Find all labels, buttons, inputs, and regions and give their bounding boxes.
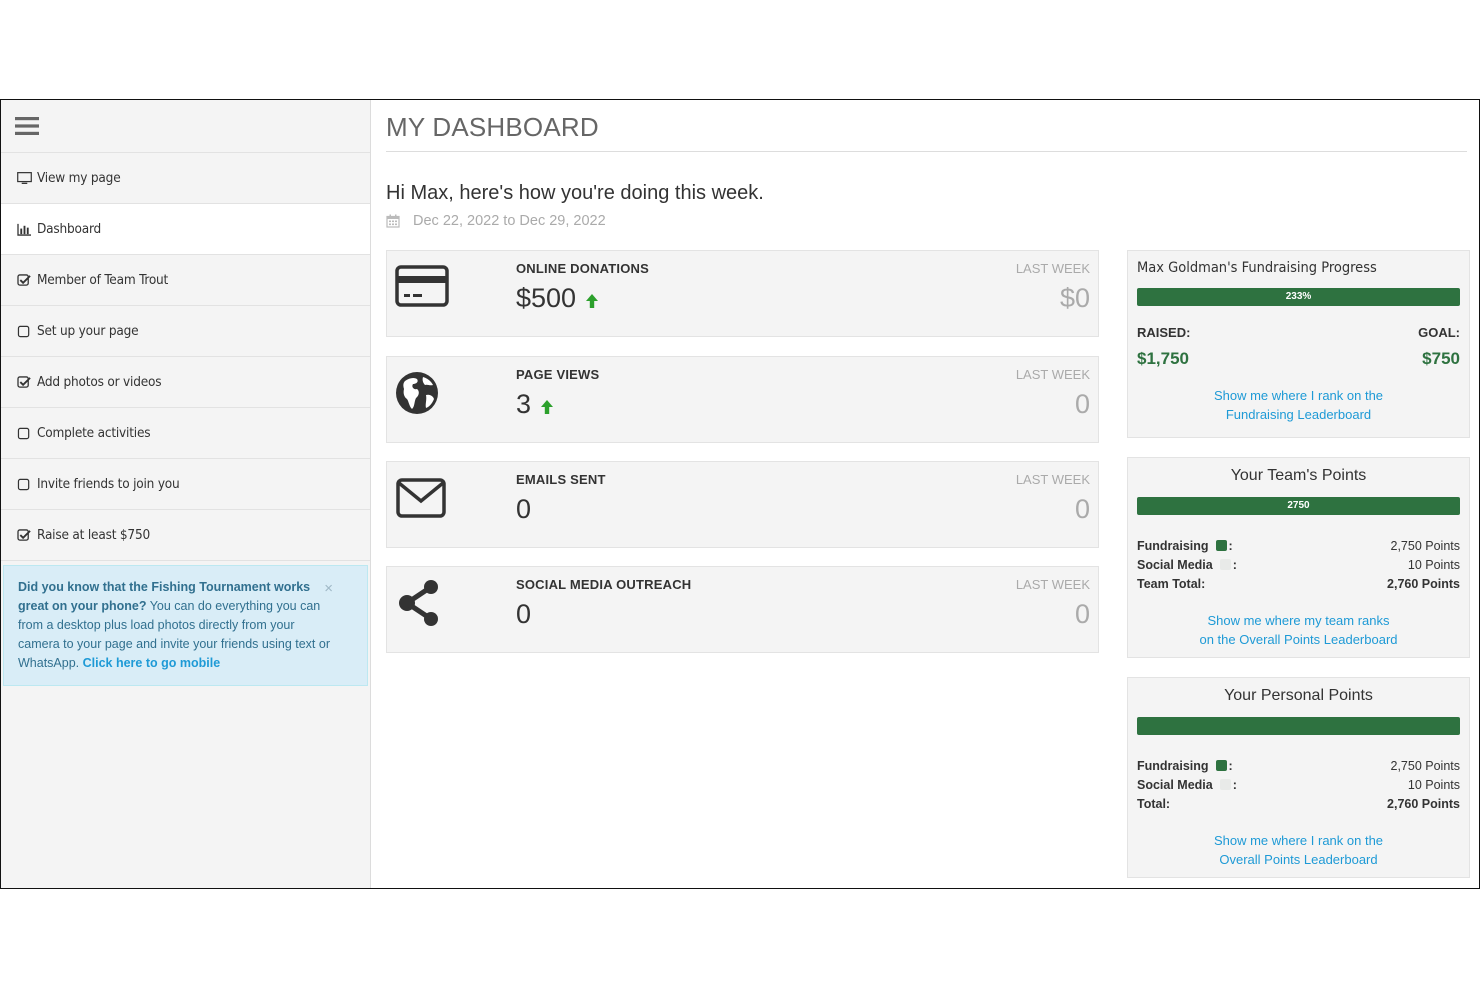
last-week-label: LAST WEEK	[1015, 472, 1090, 487]
sidebar: View my page Dashboard Member of Team Tr…	[1, 100, 371, 888]
personal-points-panel: Your Personal Points Fundraising:2,750 P…	[1127, 677, 1470, 878]
last-week-value: 0	[1074, 389, 1090, 419]
sidebar-item-label: Add photos or videos	[37, 374, 162, 390]
arrow-up-icon	[541, 399, 554, 414]
social-media-swatch	[1219, 779, 1231, 790]
envelope-icon	[396, 478, 446, 518]
stat-card-page-views: PAGE VIEWS 3 LAST WEEK 0	[386, 356, 1099, 443]
stat-card-emails-sent: EMAILS SENT 0 LAST WEEK 0	[386, 461, 1099, 548]
personal-points-bar	[1137, 717, 1460, 735]
greeting-text: Hi Max, here's how you're doing this wee…	[386, 182, 764, 204]
team-points-bar: 2750	[1137, 497, 1460, 515]
team-leaderboard-link[interactable]: Show me where my team ranks on the Overa…	[1128, 611, 1469, 649]
points-total-row: Team Total: 2,760 Points	[1137, 576, 1460, 591]
hamburger-icon	[15, 117, 39, 135]
date-range-text: Dec 22, 2022 to Dec 29, 2022	[413, 213, 606, 229]
points-row: Fundraising:2,750 Points	[1137, 538, 1460, 553]
points-total-row: Total: 2,760 Points	[1137, 796, 1460, 811]
link-line: Show me where I rank on the	[1213, 388, 1384, 403]
share-icon	[399, 580, 438, 626]
personal-leaderboard-link[interactable]: Show me where I rank on the Overall Poin…	[1128, 831, 1469, 869]
last-week-label: LAST WEEK	[1015, 577, 1090, 592]
link-line: Fundraising Leaderboard	[1225, 407, 1372, 422]
last-week-value: $0	[1059, 283, 1090, 313]
stat-card-online-donations: ONLINE DONATIONS $500 LAST WEEK $0	[386, 250, 1099, 337]
sidebar-item-label: View my page	[37, 170, 121, 186]
stat-label: EMAILS SENT	[516, 472, 606, 487]
goal-value: $750	[1422, 349, 1460, 368]
monitor-icon	[16, 171, 32, 185]
goal-label: GOAL:	[1418, 325, 1460, 340]
mobile-info-alert: × Did you know that the Fishing Tourname…	[3, 565, 368, 686]
main-content: MY DASHBOARD Hi Max, here's how you're d…	[386, 100, 1470, 888]
sidebar-item-label: Invite friends to join you	[37, 476, 180, 492]
sidebar-item-dashboard[interactable]: Dashboard	[1, 204, 370, 255]
panel-title: Max Goldman's Fundraising Progress	[1137, 260, 1377, 276]
fundraising-progress-bar: 233%	[1137, 288, 1460, 306]
sidebar-item-label: Complete activities	[37, 425, 151, 441]
checked-box-icon	[16, 528, 32, 542]
checked-box-icon	[16, 273, 32, 287]
stat-value: 0	[516, 599, 532, 629]
credit-card-icon	[395, 265, 449, 307]
team-points-table: Fundraising:2,750 Points Social Media:10…	[1128, 536, 1469, 593]
sidebar-item-setup-page[interactable]: Set up your page	[1, 306, 370, 357]
raised-goal-labels: RAISED: GOAL:	[1128, 306, 1469, 340]
fundraising-progress-panel: Max Goldman's Fundraising Progress 233% …	[1127, 250, 1470, 438]
stat-label: PAGE VIEWS	[516, 367, 600, 382]
empty-checkbox-icon	[16, 477, 32, 491]
sidebar-item-raise-goal[interactable]: Raise at least $750	[1, 510, 370, 561]
last-week-label: LAST WEEK	[1015, 367, 1090, 382]
link-line: on the Overall Points Leaderboard	[1199, 632, 1398, 647]
calendar-icon	[386, 214, 400, 228]
sidebar-item-complete-activities[interactable]: Complete activities	[1, 408, 370, 459]
sidebar-item-invite-friends[interactable]: Invite friends to join you	[1, 459, 370, 510]
points-row: Social Media:10 Points	[1137, 557, 1460, 572]
checked-box-icon	[16, 375, 32, 389]
stat-card-social-media: SOCIAL MEDIA OUTREACH 0 LAST WEEK 0	[386, 566, 1099, 653]
fundraising-swatch	[1215, 540, 1227, 551]
stat-value: 0	[516, 494, 532, 524]
stat-value: $500	[516, 283, 599, 314]
stat-label: ONLINE DONATIONS	[516, 261, 649, 276]
link-line: Show me where my team ranks	[1207, 613, 1390, 628]
globe-icon	[396, 372, 438, 414]
raised-value: $1,750	[1137, 349, 1189, 368]
panel-title: Your Personal Points	[1224, 687, 1373, 704]
last-week-value: 0	[1074, 599, 1090, 629]
app-frame: View my page Dashboard Member of Team Tr…	[0, 99, 1480, 889]
menu-toggle-button[interactable]	[1, 100, 370, 153]
social-media-swatch	[1219, 559, 1231, 570]
sidebar-item-team[interactable]: Member of Team Trout	[1, 255, 370, 306]
raised-label: RAISED:	[1137, 325, 1191, 340]
empty-checkbox-icon	[16, 324, 32, 338]
stat-value: 3	[516, 389, 554, 420]
go-mobile-link[interactable]: Click here to go mobile	[83, 656, 221, 670]
sidebar-item-view-my-page[interactable]: View my page	[1, 153, 370, 204]
personal-points-table: Fundraising:2,750 Points Social Media:10…	[1128, 756, 1469, 813]
page-title: MY DASHBOARD	[386, 100, 1467, 152]
raised-goal-values: $1,750 $750	[1128, 340, 1469, 369]
points-row: Social Media:10 Points	[1137, 777, 1460, 792]
arrow-up-icon	[586, 293, 599, 308]
link-line: Show me where I rank on the	[1213, 833, 1384, 848]
empty-checkbox-icon	[16, 426, 32, 440]
sidebar-item-label: Set up your page	[37, 323, 139, 339]
fundraising-leaderboard-link[interactable]: Show me where I rank on the Fundraising …	[1128, 386, 1469, 424]
panel-title: Your Team's Points	[1230, 467, 1367, 484]
sidebar-item-label: Dashboard	[37, 221, 102, 237]
close-icon[interactable]: ×	[324, 579, 333, 598]
points-row: Fundraising:2,750 Points	[1137, 758, 1460, 773]
date-range: Dec 22, 2022 to Dec 29, 2022	[386, 213, 1467, 229]
bar-chart-icon	[16, 222, 32, 236]
last-week-value: 0	[1074, 494, 1090, 524]
sidebar-item-add-photos[interactable]: Add photos or videos	[1, 357, 370, 408]
sidebar-item-label: Member of Team Trout	[37, 272, 169, 288]
link-line: Overall Points Leaderboard	[1219, 852, 1378, 867]
sidebar-item-label: Raise at least $750	[37, 527, 151, 543]
fundraising-swatch	[1215, 760, 1227, 771]
stat-label: SOCIAL MEDIA OUTREACH	[516, 577, 692, 592]
last-week-label: LAST WEEK	[1015, 261, 1090, 276]
team-points-panel: Your Team's Points 2750 Fundraising:2,75…	[1127, 457, 1470, 658]
